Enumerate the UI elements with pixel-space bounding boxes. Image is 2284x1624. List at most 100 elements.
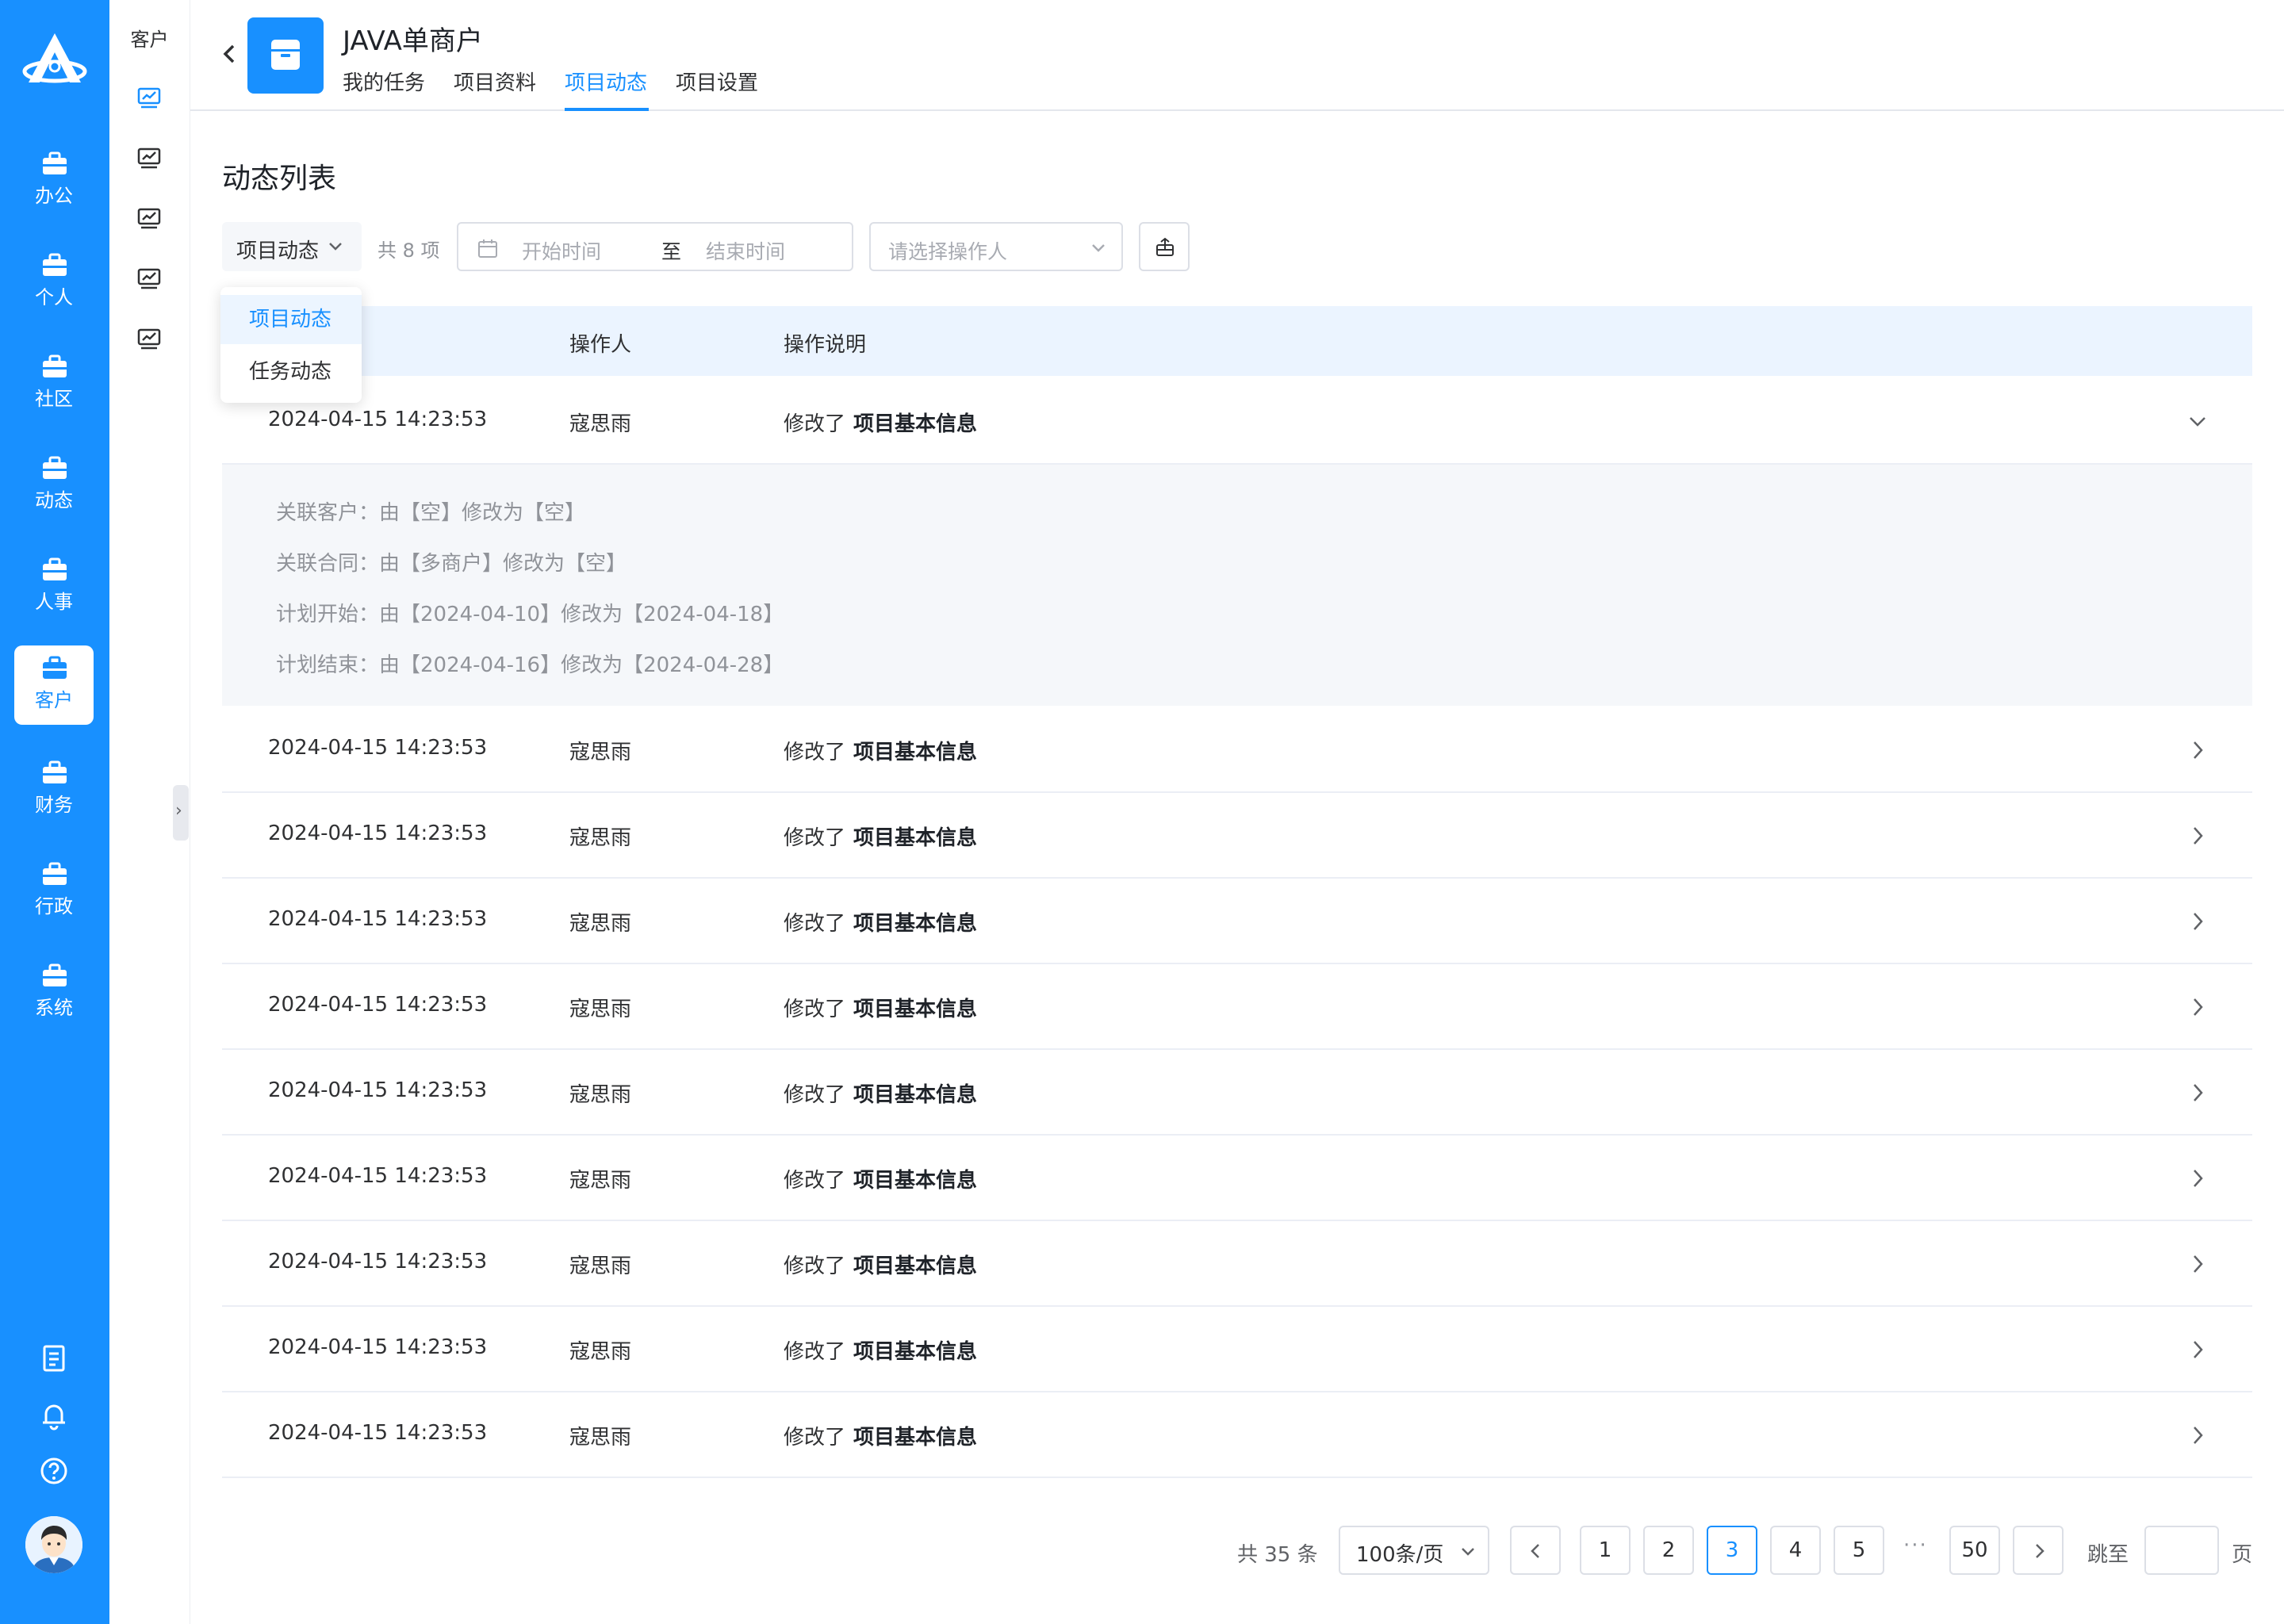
cell-time: 2024-04-15 14:23:53 — [268, 993, 488, 1017]
activity-type-select[interactable]: 项目动态 — [222, 222, 362, 271]
chevron-down-icon[interactable] — [2187, 411, 2208, 433]
bell-icon[interactable] — [39, 1400, 69, 1431]
table-row[interactable]: 2024-04-15 14:23:53 寇思雨 修改了 项目基本信息 — [222, 1307, 2252, 1392]
chevron-right-icon[interactable] — [2187, 739, 2208, 761]
chart-monitor-icon[interactable] — [136, 327, 162, 350]
cell-operator: 寇思雨 — [569, 741, 632, 764]
chevron-right-icon[interactable] — [2187, 1082, 2208, 1104]
pagination-ellipsis[interactable]: ··· — [1903, 1534, 1928, 1557]
chevron-right-icon: › — [175, 801, 182, 821]
table-row[interactable]: 2024-04-15 14:23:53 寇思雨 修改了 项目基本信息 — [222, 1050, 2252, 1136]
cell-time: 2024-04-15 14:23:53 — [268, 907, 488, 931]
detail-line: 计划结束：由【2024-04-16】修改为【2024-04-28】 — [276, 653, 784, 677]
cell-action: 修改了 — [784, 1254, 846, 1278]
chevron-right-icon[interactable] — [2187, 996, 2208, 1018]
page-size-select[interactable]: 100条/页 — [1339, 1526, 1489, 1575]
box-icon — [271, 40, 300, 70]
table-row[interactable]: 2024-04-15 14:23:53 寇思雨 修改了 项目基本信息 — [222, 707, 2252, 793]
crmeb-logo-icon[interactable] — [21, 30, 89, 94]
nav-label: 个人 — [35, 286, 73, 308]
chevron-right-icon[interactable] — [2187, 1424, 2208, 1446]
nav-item-activity[interactable]: 动态 — [14, 446, 94, 525]
nav-item-admin[interactable]: 行政 — [14, 852, 94, 931]
chevron-right-icon — [2036, 1544, 2044, 1558]
help-icon[interactable] — [39, 1456, 69, 1486]
section-title: 动态列表 — [222, 163, 337, 195]
page-button-2[interactable]: 2 — [1643, 1526, 1694, 1575]
page-button-3[interactable]: 3 — [1707, 1526, 1757, 1575]
cell-target: 项目基本信息 — [853, 412, 978, 436]
end-date-input[interactable]: 结束时间 — [706, 236, 785, 265]
cell-action: 修改了 — [784, 826, 846, 850]
cell-action: 修改了 — [784, 741, 846, 764]
export-icon — [1156, 237, 1174, 256]
chart-monitor-icon[interactable] — [136, 206, 162, 230]
table-row[interactable]: 2024-04-15 14:23:53 寇思雨 修改了 项目基本信息 — [222, 1392, 2252, 1478]
cell-operator: 寇思雨 — [569, 1426, 632, 1450]
cell-operator: 寇思雨 — [569, 1083, 632, 1107]
chevron-down-icon — [1092, 244, 1105, 252]
table-row[interactable]: 2024-04-15 14:23:53 寇思雨 修改了 项目基本信息 — [222, 1221, 2252, 1307]
chevron-right-icon[interactable] — [2187, 1167, 2208, 1189]
chevron-right-icon[interactable] — [2187, 825, 2208, 847]
nav-label: 社区 — [35, 388, 73, 410]
date-range-picker[interactable]: 开始时间 至 结束时间 — [457, 222, 853, 271]
page-button-4[interactable]: 4 — [1770, 1526, 1821, 1575]
cell-operator: 寇思雨 — [569, 1254, 632, 1278]
back-arrow-icon[interactable] — [217, 38, 241, 70]
table-row[interactable]: 2024-04-15 14:23:53 寇思雨 修改了 项目基本信息 — [222, 879, 2252, 964]
export-button[interactable] — [1139, 222, 1190, 271]
cell-time: 2024-04-15 14:23:53 — [268, 408, 488, 431]
nav-item-personal[interactable]: 个人 — [14, 243, 94, 322]
detail-line: 关联客户：由【空】修改为【空】 — [276, 501, 586, 525]
nav-item-customer[interactable]: 客户 — [14, 645, 94, 725]
cell-action: 修改了 — [784, 912, 846, 936]
sidebar-collapse-handle[interactable]: › — [173, 785, 189, 841]
nav-item-system[interactable]: 系统 — [14, 953, 94, 1032]
chevron-right-icon[interactable] — [2187, 910, 2208, 933]
briefcase-icon — [43, 963, 67, 986]
start-date-input[interactable]: 开始时间 — [522, 236, 601, 265]
operator-select[interactable]: 请选择操作人 — [869, 222, 1123, 271]
page-button-1[interactable]: 1 — [1580, 1526, 1631, 1575]
table-row[interactable]: 2024-04-15 14:23:53 寇思雨 修改了 项目基本信息 — [222, 379, 2252, 465]
dropdown-option-project-activity[interactable]: 项目动态 — [220, 295, 362, 344]
cell-target: 项目基本信息 — [853, 1083, 978, 1107]
table-row[interactable]: 2024-04-15 14:23:53 寇思雨 修改了 项目基本信息 — [222, 964, 2252, 1050]
chart-monitor-icon[interactable] — [136, 266, 162, 290]
tab-my-tasks[interactable]: 我的任务 — [343, 67, 425, 96]
page-button-last[interactable]: 50 — [1949, 1526, 2000, 1575]
row-detail-panel: 关联客户：由【空】修改为【空】 关联合同：由【多商户】修改为【空】 计划开始：由… — [222, 465, 2252, 706]
dropdown-option-task-activity[interactable]: 任务动态 — [220, 347, 362, 396]
table-row[interactable]: 2024-04-15 14:23:53 寇思雨 修改了 项目基本信息 — [222, 1136, 2252, 1221]
user-avatar[interactable] — [25, 1516, 82, 1573]
cell-target: 项目基本信息 — [853, 1254, 978, 1278]
chevron-right-icon[interactable] — [2187, 1253, 2208, 1275]
cell-action: 修改了 — [784, 998, 846, 1021]
nav-label: 人事 — [35, 591, 73, 613]
goto-page-input[interactable] — [2144, 1526, 2219, 1575]
detail-line: 计划开始：由【2024-04-10】修改为【2024-04-18】 — [276, 603, 784, 626]
briefcase-icon — [43, 354, 67, 377]
chevron-right-icon[interactable] — [2187, 1339, 2208, 1361]
chart-monitor-icon[interactable] — [136, 86, 162, 109]
nav-item-community[interactable]: 社区 — [14, 344, 94, 423]
nav-item-office[interactable]: 办公 — [14, 141, 94, 220]
cell-time: 2024-04-15 14:23:53 — [268, 736, 488, 760]
tab-project-info[interactable]: 项目资料 — [454, 67, 536, 96]
table-row[interactable]: 2024-04-15 14:23:53 寇思雨 修改了 项目基本信息 — [222, 793, 2252, 879]
nav-item-hr[interactable]: 人事 — [14, 547, 94, 626]
tab-project-activity[interactable]: 项目动态 — [565, 67, 647, 96]
nav-label: 行政 — [35, 895, 73, 917]
project-header: JAVA单商户 我的任务 项目资料 项目动态 项目设置 — [190, 0, 2284, 111]
cell-action: 修改了 — [784, 1426, 846, 1450]
page-button-5[interactable]: 5 — [1834, 1526, 1884, 1575]
next-page-button[interactable] — [2013, 1526, 2064, 1575]
chart-monitor-icon[interactable] — [136, 146, 162, 170]
notebook-icon[interactable] — [39, 1343, 69, 1373]
tab-project-settings[interactable]: 项目设置 — [676, 67, 758, 96]
prev-page-button[interactable] — [1510, 1526, 1561, 1575]
pagination-total: 共 35 条 — [1237, 1543, 1318, 1567]
nav-item-finance[interactable]: 财务 — [14, 750, 94, 829]
operator-placeholder: 请选择操作人 — [888, 240, 1008, 263]
